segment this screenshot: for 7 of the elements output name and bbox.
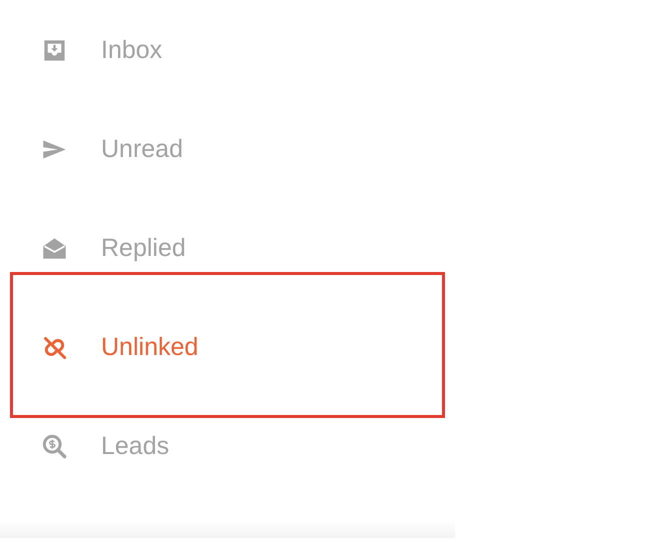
- menu-item[interactable]: Inbox: [101, 36, 162, 65]
- menu-item[interactable]: Unlinked: [101, 333, 198, 362]
- menu-item[interactable]: Leads: [101, 432, 170, 461]
- menu-item[interactable]: Replied: [101, 234, 186, 263]
- broken-link-icon: [41, 334, 68, 361]
- magnifier-dollar-icon: [41, 433, 68, 460]
- menu-item[interactable]: Unread: [101, 135, 183, 164]
